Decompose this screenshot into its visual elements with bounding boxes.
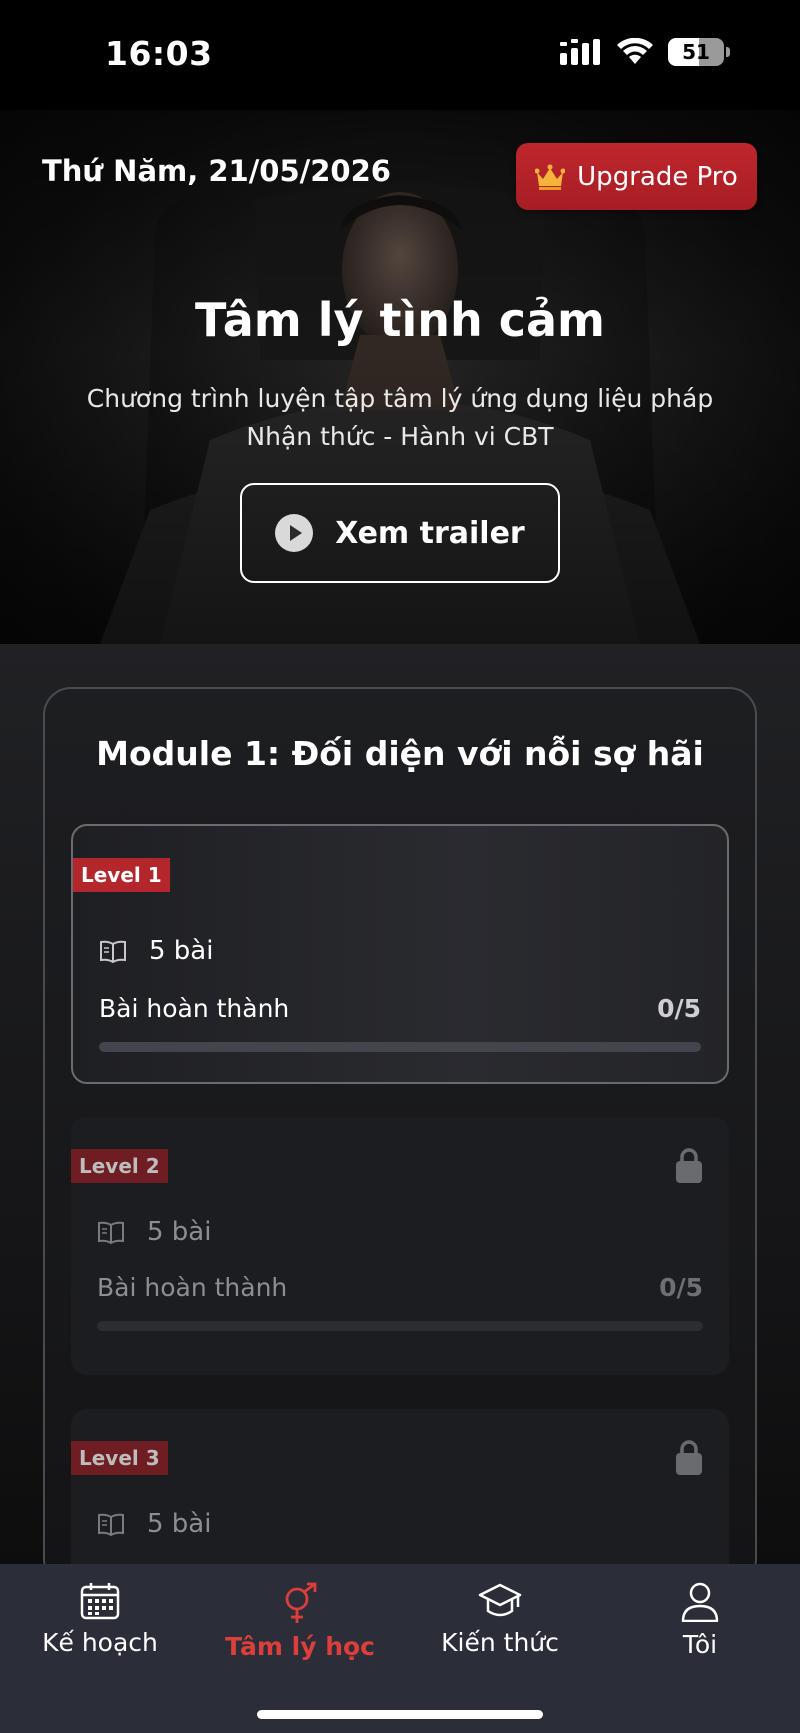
watch-trailer-button[interactable]: Xem trailer [240, 483, 560, 583]
graduation-cap-icon [478, 1583, 522, 1617]
status-icons: 51 [560, 38, 730, 66]
trailer-label: Xem trailer [335, 515, 525, 551]
program-title: Tâm lý tình cảm [195, 293, 605, 347]
battery-level: 51 [682, 40, 710, 64]
calendar-icon [80, 1583, 120, 1620]
crown-icon [535, 164, 566, 190]
progress-bar [97, 1321, 703, 1331]
status-time: 16:03 [105, 34, 213, 73]
current-date: Thứ Năm, 21/05/2026 [42, 154, 391, 188]
tab-label: Kiến thức [441, 1628, 559, 1657]
status-bar: 16:03 51 [0, 0, 800, 110]
user-icon [681, 1582, 719, 1622]
lesson-count: 5 bài [149, 936, 214, 966]
signal-icon [560, 39, 600, 65]
level-card-2[interactable]: Level 2 5 bài Bài hoàn thành 0/5 [71, 1117, 729, 1375]
home-indicator[interactable] [257, 1710, 543, 1719]
level-tag: Level 1 [73, 858, 170, 892]
lesson-count-row: 5 bài [97, 1509, 211, 1539]
bottom-tab-bar: Kế hoạch Tâm lý học Kiến thức Tôi [0, 1564, 800, 1733]
hero-banner: Thứ Năm, 21/05/2026 Upgrade Pro Tâm lý t… [0, 110, 800, 644]
level-tag: Level 2 [71, 1149, 168, 1183]
level-tag: Level 3 [71, 1441, 168, 1475]
battery-tip [726, 47, 730, 57]
battery-icon: 51 [668, 38, 724, 66]
lesson-count: 5 bài [147, 1217, 212, 1247]
progress-label: Bài hoàn thành [99, 994, 290, 1023]
lock-icon [676, 1148, 702, 1183]
tab-me[interactable]: Tôi [600, 1582, 800, 1659]
subtitle-line-2: Nhận thức - Hành vi CBT [246, 422, 554, 451]
upgrade-pro-button[interactable]: Upgrade Pro [516, 143, 757, 210]
play-icon [275, 514, 314, 552]
book-icon [100, 940, 126, 963]
book-icon [98, 1513, 124, 1536]
tab-label: Kế hoạch [42, 1628, 158, 1657]
gender-icon [285, 1582, 317, 1623]
progress-label: Bài hoàn thành [97, 1273, 288, 1302]
tab-knowledge[interactable]: Kiến thức [400, 1582, 600, 1657]
program-subtitle: Chương trình luyện tập tâm lý ứng dụng l… [60, 380, 740, 456]
tab-label: Tôi [682, 1630, 718, 1659]
tab-psychology[interactable]: Tâm lý học [200, 1582, 400, 1661]
main-content: Module 1: Đối diện với nỗi sợ hãi Level … [0, 644, 800, 1609]
lock-icon [676, 1440, 702, 1475]
tab-label: Tâm lý học [224, 1632, 376, 1661]
upgrade-label: Upgrade Pro [577, 161, 738, 192]
lesson-count: 5 bài [147, 1509, 212, 1539]
book-icon [98, 1221, 124, 1244]
progress-bar [99, 1042, 701, 1052]
level-card-1[interactable]: Level 1 5 bài Bài hoàn thành 0/5 [71, 824, 729, 1084]
lesson-count-row: 5 bài [99, 936, 213, 966]
wifi-icon [617, 38, 653, 64]
module-card: Module 1: Đối diện với nỗi sợ hãi Level … [43, 687, 757, 1609]
tab-plan[interactable]: Kế hoạch [0, 1582, 200, 1657]
progress-count: 0/5 [657, 994, 701, 1023]
module-title: Module 1: Đối diện với nỗi sợ hãi [96, 734, 704, 773]
subtitle-line-1: Chương trình luyện tập tâm lý ứng dụng l… [86, 384, 714, 413]
lesson-count-row: 5 bài [97, 1217, 211, 1247]
progress-count: 0/5 [659, 1273, 703, 1302]
